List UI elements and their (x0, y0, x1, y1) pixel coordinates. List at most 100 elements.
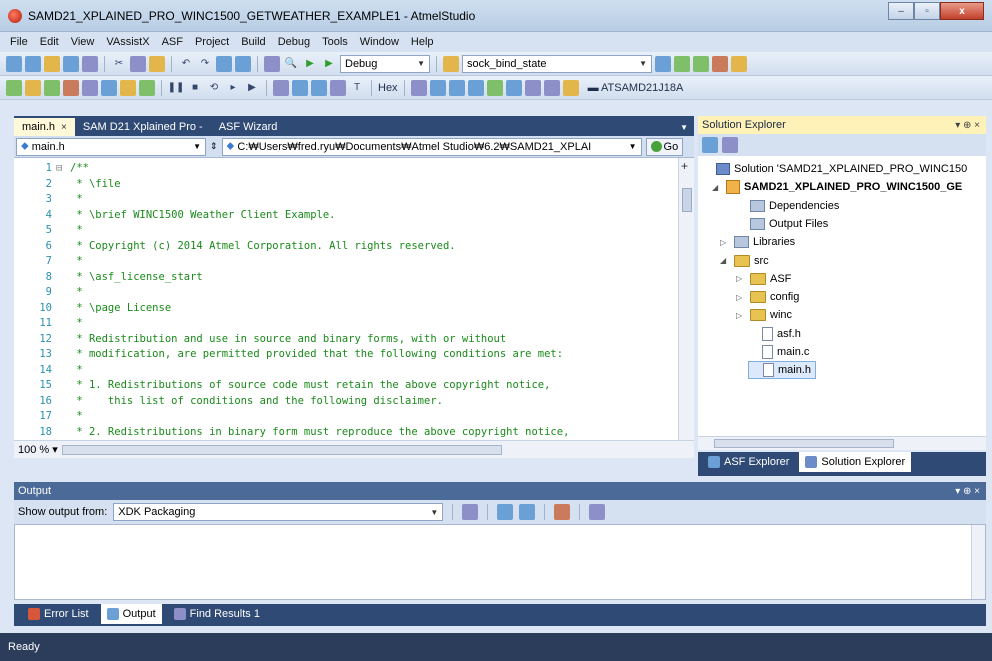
device-tool-icon[interactable] (562, 79, 579, 96)
build-icon[interactable] (6, 79, 22, 96)
prev-message-icon[interactable] (497, 504, 514, 520)
watch-icon[interactable] (505, 79, 522, 96)
pause-icon[interactable]: ❚❚ (168, 80, 185, 96)
start-debugging-icon[interactable]: ▶ (302, 56, 318, 72)
callstack-icon[interactable] (524, 79, 541, 96)
show-all-files-icon[interactable] (702, 137, 718, 153)
panel-pin-icon[interactable]: ▾ ⊕ × (955, 486, 986, 497)
format-icon[interactable] (120, 79, 136, 96)
breakpoint-icon[interactable] (101, 79, 117, 96)
tab-solution-explorer[interactable]: Solution Explorer (799, 452, 912, 472)
disassembly-icon[interactable]: T (349, 80, 365, 96)
tab-asf-wizard[interactable]: ASF Wizard (211, 118, 286, 136)
next-message-icon[interactable] (519, 504, 536, 520)
find-message-icon[interactable] (462, 504, 479, 520)
memory-icon[interactable] (429, 79, 446, 96)
open-file-icon[interactable] (44, 55, 60, 72)
find-in-files-icon[interactable] (443, 55, 459, 72)
split-window-icon[interactable]: + (681, 159, 688, 173)
navigate-back-icon[interactable] (216, 55, 232, 72)
output-text-area[interactable] (14, 524, 986, 600)
expand-toggle-icon[interactable]: ▷ (720, 238, 730, 247)
comment-icon[interactable] (139, 79, 155, 96)
panel-pin-icon[interactable]: ▾ ⊕ × (955, 120, 986, 131)
tree-node-dependencies[interactable]: Dependencies (736, 197, 839, 215)
redo-icon[interactable]: ↷ (197, 56, 213, 72)
tree-node-asf-h[interactable]: asf.h (748, 325, 801, 343)
menu-debug[interactable]: Debug (272, 36, 316, 48)
tab-find-results-1[interactable]: Find Results 1 (168, 604, 266, 624)
menu-window[interactable]: Window (354, 36, 405, 48)
expand-toggle-icon[interactable]: ▷ (736, 311, 746, 320)
step-over-icon[interactable]: ▸ (225, 80, 241, 96)
tab-list-chevron-down-icon[interactable]: ▼ (674, 123, 694, 136)
windows-menu-icon[interactable] (410, 79, 427, 96)
minimize-button[interactable]: – (888, 2, 914, 20)
step-out-icon[interactable] (292, 79, 308, 96)
zoom-level[interactable]: 100 % ▾ (14, 443, 58, 456)
rebuild-icon[interactable] (25, 79, 41, 96)
properties-icon[interactable] (674, 55, 690, 72)
tab-asf-explorer[interactable]: ASF Explorer (702, 452, 795, 472)
locals-icon[interactable] (543, 79, 560, 96)
output-source-select[interactable]: XDK Packaging ▼ (113, 503, 444, 521)
processor-view-icon[interactable] (486, 79, 503, 96)
cut-icon[interactable]: ✂ (111, 56, 127, 72)
tree-node-config[interactable]: ▷ config (736, 288, 799, 306)
add-item-icon[interactable] (25, 55, 41, 72)
expand-toggle-icon[interactable]: ◢ (720, 256, 730, 265)
registers-icon[interactable] (448, 79, 465, 96)
tab-output[interactable]: Output (100, 604, 162, 624)
program-device-icon[interactable] (63, 79, 79, 96)
split-spinner-icon[interactable]: ⇕ (210, 141, 218, 152)
fold-toggle-icon[interactable]: ⊟ (56, 162, 66, 174)
paste-icon[interactable] (149, 55, 165, 72)
menu-help[interactable]: Help (405, 36, 440, 48)
output-vertical-scrollbar[interactable] (971, 525, 985, 599)
find-combo[interactable]: sock_bind_state ▼ (462, 54, 652, 73)
expand-toggle-icon[interactable]: ◢ (712, 183, 722, 192)
undo-icon[interactable]: ↶ (178, 56, 194, 72)
step-into-icon[interactable] (273, 79, 289, 96)
maximize-button[interactable]: ▫ (914, 2, 940, 20)
close-button[interactable]: x (940, 2, 984, 20)
code-editor[interactable]: 1 ⊟ /** 2 * \file 3 * 4 * \brief WINC1500 Wea… (14, 158, 678, 440)
copy-icon[interactable] (130, 55, 146, 72)
expand-toggle-icon[interactable]: ▷ (736, 293, 746, 302)
scroll-thumb[interactable] (714, 439, 894, 448)
show-next-statement-icon[interactable] (330, 79, 346, 96)
menu-vassistx[interactable]: VAssistX (100, 36, 155, 48)
io-view-icon[interactable] (467, 79, 484, 96)
hex-toggle[interactable]: Hex (378, 82, 398, 94)
tab-error-list[interactable]: Error List (22, 604, 95, 624)
expand-toggle-icon[interactable]: ▷ (736, 274, 746, 283)
continue-icon[interactable]: ▶ (244, 80, 260, 96)
horizontal-scrollbar[interactable] (62, 444, 502, 455)
file-path-select[interactable]: ⬥ C:₩Users₩fred.ryu₩Documents₩Atmel Stud… (221, 137, 642, 156)
toolbox-icon[interactable] (712, 55, 728, 72)
refresh-icon[interactable] (722, 137, 738, 153)
tab-main-h[interactable]: main.h × (14, 118, 75, 136)
solution-configuration-select[interactable]: Debug ▼ (340, 54, 430, 73)
menu-asf[interactable]: ASF (156, 36, 189, 48)
find-icon[interactable]: 🔍 (283, 56, 299, 72)
solution-tree-scrollbar[interactable] (698, 436, 986, 450)
tree-node-src[interactable]: ◢ src (720, 252, 769, 270)
device-selection[interactable]: ▬ ATSAMD21J18A (588, 82, 684, 94)
editor-vertical-scrollbar[interactable]: + (678, 158, 694, 440)
menu-project[interactable]: Project (189, 36, 235, 48)
start-without-debugging-icon[interactable]: ▶ (321, 56, 337, 72)
symbol-select[interactable]: ⬥ main.h ▼ (16, 137, 206, 156)
word-wrap-icon[interactable] (589, 504, 606, 520)
menu-file[interactable]: File (4, 36, 34, 48)
build-solution-icon[interactable] (44, 79, 60, 96)
menu-build[interactable]: Build (235, 36, 271, 48)
device-programming-icon[interactable] (82, 79, 98, 96)
tree-node-main-c[interactable]: main.c (748, 343, 809, 361)
go-button[interactable]: Go (645, 137, 684, 156)
clear-all-icon[interactable] (554, 504, 571, 520)
scroll-thumb[interactable] (682, 188, 692, 212)
restart-icon[interactable]: ⟲ (206, 80, 222, 96)
tree-node-samd21-xplained-pro-winc1500-ge[interactable]: ◢ SAMD21_XPLAINED_PRO_WINC1500_GE (712, 178, 962, 196)
menu-view[interactable]: View (65, 36, 101, 48)
